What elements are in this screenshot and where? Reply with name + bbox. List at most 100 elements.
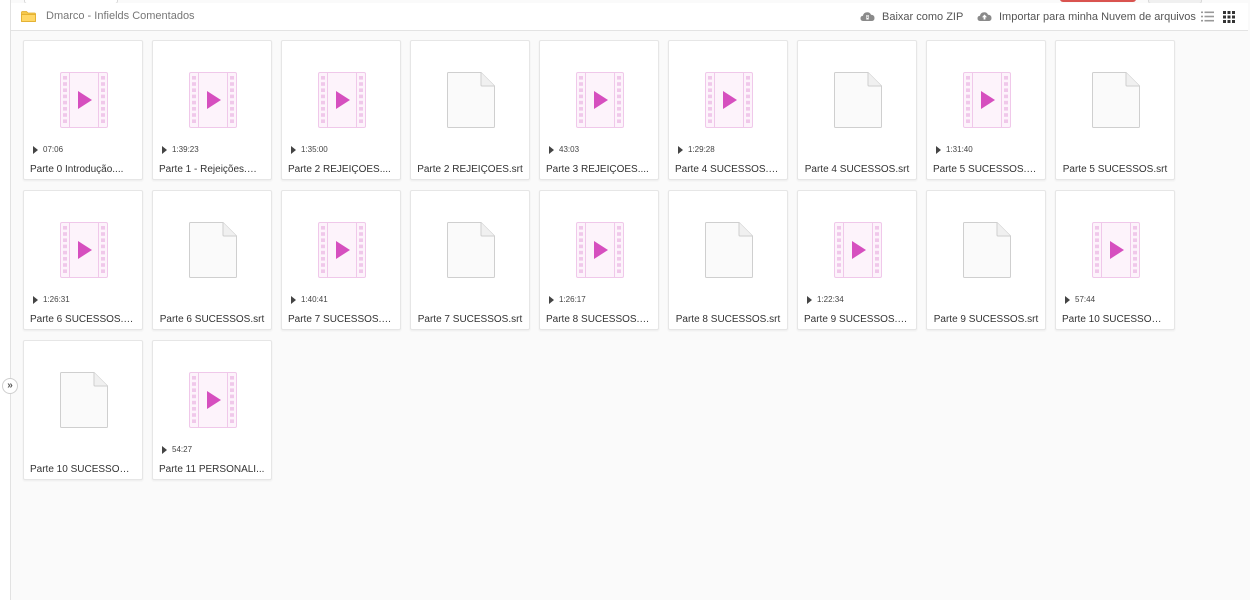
duration-text: 1:22:34: [817, 295, 844, 304]
play-small-icon: [33, 295, 38, 304]
duration-text: 07:06: [43, 145, 64, 154]
document-file-icon: [447, 72, 495, 128]
cloud-upload-icon: [977, 12, 992, 21]
video-duration: 07:06: [33, 145, 63, 154]
play-small-icon: [33, 145, 38, 154]
file-name: Parte 10 SUCESSOS.srt: [30, 464, 136, 475]
video-file-card[interactable]: 1:26:17 Parte 8 SUCESSOS.m...: [539, 190, 659, 330]
subtitle-file-card[interactable]: Parte 4 SUCESSOS.srt: [797, 40, 917, 180]
file-name: Parte 9 SUCESSOS.m...: [804, 314, 910, 325]
subtitle-file-card[interactable]: Parte 6 SUCESSOS.srt: [152, 190, 272, 330]
archive-download-icon: [860, 12, 875, 21]
video-file-icon: [963, 72, 1011, 128]
video-duration: 57:44: [1065, 295, 1095, 304]
duration-text: 1:26:17: [559, 295, 586, 304]
video-file-icon: [318, 222, 366, 278]
play-small-icon: [291, 295, 296, 304]
list-view-icon[interactable]: [1201, 11, 1214, 22]
file-name: Parte 7 SUCESSOS.m...: [288, 314, 394, 325]
video-file-card[interactable]: 1:31:40 Parte 5 SUCESSOS.m...: [926, 40, 1046, 180]
subtitle-file-card[interactable]: Parte 8 SUCESSOS.srt: [668, 190, 788, 330]
play-small-icon: [162, 145, 167, 154]
duration-text: 1:31:40: [946, 145, 973, 154]
file-name: Parte 9 SUCESSOS.srt: [933, 314, 1039, 325]
play-small-icon: [936, 145, 941, 154]
play-small-icon: [807, 295, 812, 304]
import-cloud-label: Importar para minha Nuvem de arquivos: [999, 10, 1196, 23]
file-name: Parte 8 SUCESSOS.m...: [546, 314, 652, 325]
play-small-icon: [549, 145, 554, 154]
video-file-card[interactable]: 1:26:31 Parte 6 SUCESSOS.m...: [23, 190, 143, 330]
video-duration: 1:39:23: [162, 145, 199, 154]
import-to-cloud-button[interactable]: Importar para minha Nuvem de arquivos: [977, 10, 1196, 23]
file-name: Parte 10 SUCESSOS....: [1062, 314, 1168, 325]
file-name: Parte 3 REJEIÇÕES....: [546, 164, 649, 175]
file-name: Parte 11 PERSONALI...: [159, 464, 265, 475]
file-name: Parte 2 REJEIÇÕES.srt: [417, 164, 523, 175]
video-duration: 1:22:34: [807, 295, 844, 304]
video-file-icon: [189, 72, 237, 128]
duration-text: 54:27: [172, 445, 193, 454]
subtitle-file-card[interactable]: Parte 2 REJEIÇÕES.srt: [410, 40, 530, 180]
file-name: Parte 7 SUCESSOS.srt: [417, 314, 523, 325]
video-file-icon: [576, 222, 624, 278]
video-file-icon: [834, 222, 882, 278]
video-duration: 1:26:31: [33, 295, 70, 304]
document-file-icon: [189, 222, 237, 278]
video-file-icon: [576, 72, 624, 128]
sidebar-collapsed: [0, 0, 11, 600]
video-duration: 1:40:41: [291, 295, 328, 304]
duration-text: 1:29:28: [688, 145, 715, 154]
file-name: Parte 4 SUCESSOS.m...: [675, 164, 781, 175]
video-file-icon: [318, 72, 366, 128]
file-name: Parte 5 SUCESSOS.m...: [933, 164, 1039, 175]
file-name: Parte 1 - Rejeições.mp4: [159, 164, 265, 175]
video-file-icon: [705, 72, 753, 128]
subtitle-file-card[interactable]: Parte 7 SUCESSOS.srt: [410, 190, 530, 330]
video-duration: 1:26:17: [549, 295, 586, 304]
file-name: Parte 8 SUCESSOS.srt: [675, 314, 781, 325]
video-duration: 43:03: [549, 145, 579, 154]
document-file-icon: [1092, 72, 1140, 128]
subtitle-file-card[interactable]: Parte 10 SUCESSOS.srt: [23, 340, 143, 480]
document-file-icon: [963, 222, 1011, 278]
duration-text: 1:26:31: [43, 295, 70, 304]
file-name: Parte 6 SUCESSOS.m...: [30, 314, 136, 325]
video-file-card[interactable]: 1:29:28 Parte 4 SUCESSOS.m...: [668, 40, 788, 180]
play-small-icon: [162, 445, 167, 454]
video-file-card[interactable]: 43:03 Parte 3 REJEIÇÕES....: [539, 40, 659, 180]
download-zip-button[interactable]: Baixar como ZIP: [860, 10, 963, 23]
document-file-icon: [60, 372, 108, 428]
video-file-card[interactable]: 1:35:00 Parte 2 REJEIÇÕES....: [281, 40, 401, 180]
file-name: Parte 2 REJEIÇÕES....: [288, 164, 391, 175]
sidebar-expand-toggle[interactable]: »: [2, 378, 18, 394]
video-file-icon: [1092, 222, 1140, 278]
file-browser-page: » Dmarco - Infields Comentados Baixar co…: [0, 0, 1250, 600]
play-small-icon: [291, 145, 296, 154]
video-file-card[interactable]: 57:44 Parte 10 SUCESSOS....: [1055, 190, 1175, 330]
download-zip-label: Baixar como ZIP: [882, 10, 964, 23]
duration-text: 43:03: [559, 145, 580, 154]
document-file-icon: [834, 72, 882, 128]
video-file-card[interactable]: 1:22:34 Parte 9 SUCESSOS.m...: [797, 190, 917, 330]
chevron-double-right-icon: »: [7, 380, 13, 391]
duration-text: 1:35:00: [301, 145, 328, 154]
duration-text: 1:39:23: [172, 145, 199, 154]
file-name: Parte 4 SUCESSOS.srt: [804, 164, 910, 175]
top-primary-button[interactable]: [1060, 0, 1136, 2]
subtitle-file-card[interactable]: Parte 9 SUCESSOS.srt: [926, 190, 1046, 330]
video-file-card[interactable]: 1:40:41 Parte 7 SUCESSOS.m...: [281, 190, 401, 330]
video-duration: 54:27: [162, 445, 192, 454]
video-file-icon: [60, 72, 108, 128]
video-file-card[interactable]: 1:39:23 Parte 1 - Rejeições.mp4: [152, 40, 272, 180]
subtitle-file-card[interactable]: Parte 5 SUCESSOS.srt: [1055, 40, 1175, 180]
video-duration: 1:35:00: [291, 145, 328, 154]
video-file-card[interactable]: 54:27 Parte 11 PERSONALI...: [152, 340, 272, 480]
document-file-icon: [705, 222, 753, 278]
grid-view-icon[interactable]: [1223, 11, 1235, 23]
video-file-card[interactable]: 07:06 Parte 0 Introdução....: [23, 40, 143, 180]
video-file-icon: [60, 222, 108, 278]
video-duration: 1:31:40: [936, 145, 973, 154]
play-small-icon: [678, 145, 683, 154]
folder-icon: [21, 11, 36, 22]
